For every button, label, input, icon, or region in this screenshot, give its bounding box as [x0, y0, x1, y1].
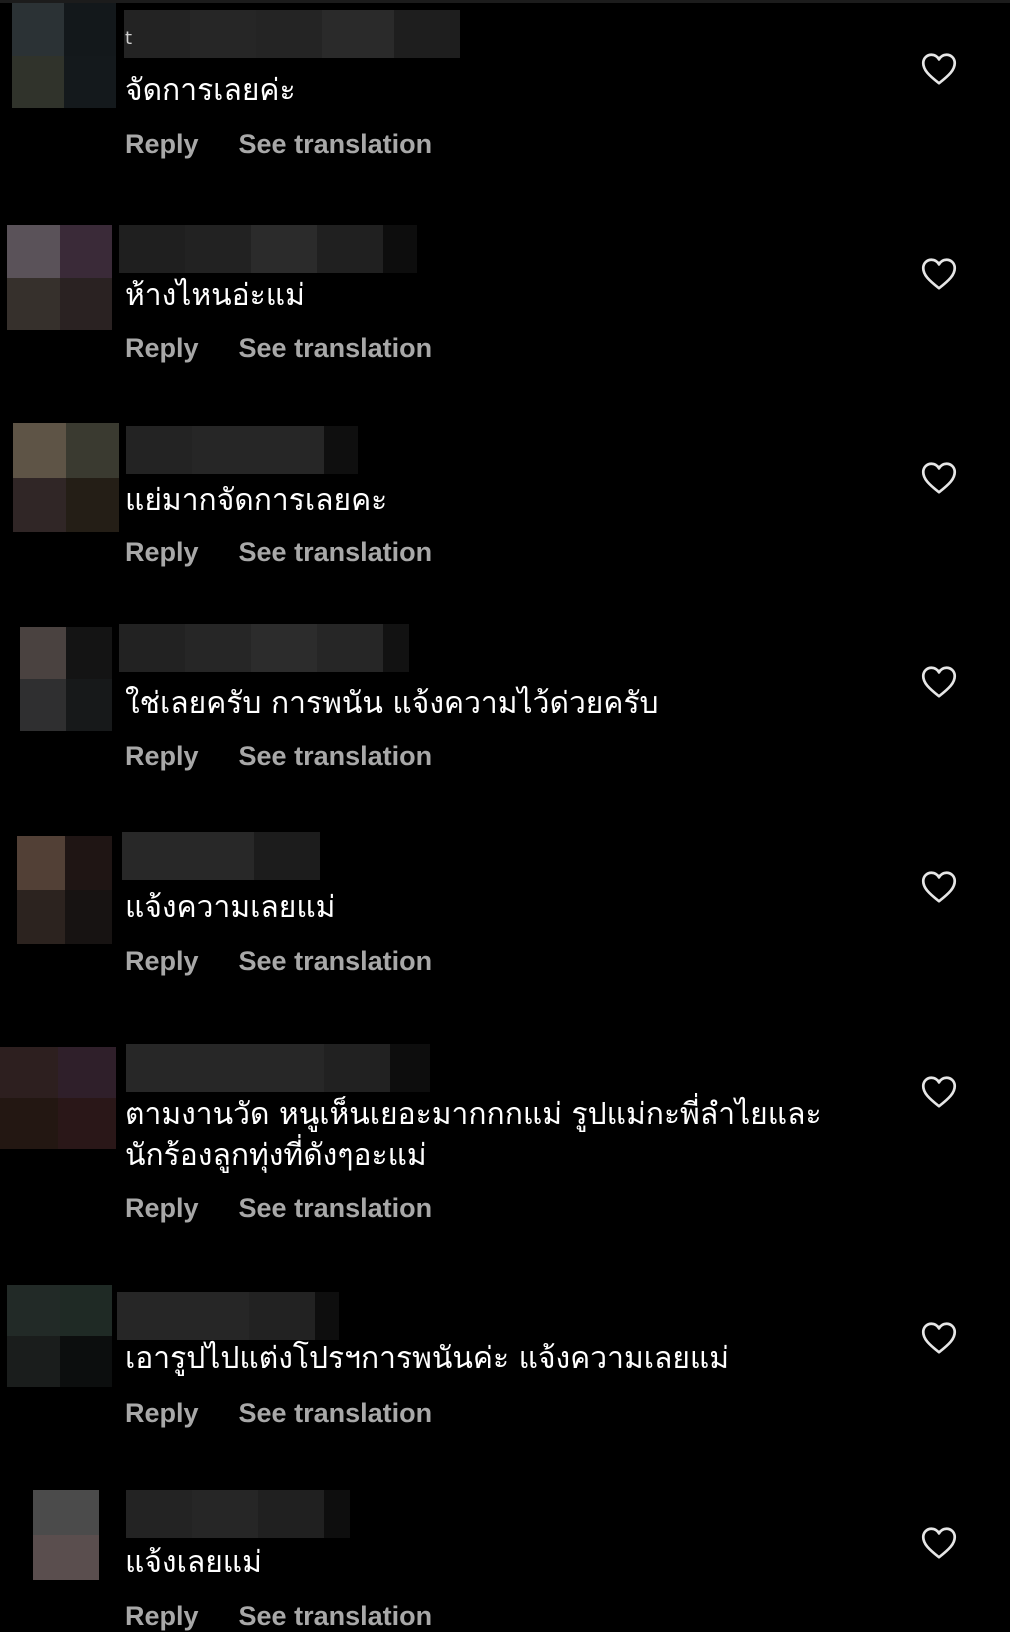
reply-button[interactable]: Reply	[125, 129, 199, 160]
top-divider	[0, 0, 1010, 3]
heart-icon	[921, 462, 957, 494]
username-glyph: t	[125, 28, 133, 49]
heart-icon	[921, 666, 957, 698]
like-button[interactable]	[921, 461, 957, 495]
comment-text: เอารูปไปแต่งโปรฯการพนันค่ะ แจ้งความเลยแม…	[125, 1341, 730, 1376]
comment-text: ใช่เลยครับ การพนัน แจ้งความไว้ด่วยครับ	[125, 686, 659, 721]
comment-text: ตามงานวัด หนูเห็นเยอะมากกกแม่ รูปแม่กะพี…	[125, 1097, 822, 1173]
see-translation-button[interactable]: See translation	[239, 946, 433, 977]
comment-text: แจ้งเลยแม่	[125, 1545, 262, 1580]
comment-actions: Reply See translation	[125, 741, 432, 772]
heart-icon	[921, 871, 957, 903]
username-redacted[interactable]	[122, 832, 320, 880]
username-redacted[interactable]	[126, 426, 358, 474]
avatar[interactable]	[20, 627, 112, 731]
comment-text: ห้างไหนอ่ะแม่	[125, 278, 305, 313]
reply-button[interactable]: Reply	[125, 333, 199, 364]
like-button[interactable]	[921, 257, 957, 291]
avatar[interactable]	[13, 423, 119, 532]
like-button[interactable]	[921, 1321, 957, 1355]
like-button[interactable]	[921, 52, 957, 86]
comment-actions: Reply See translation	[125, 1398, 432, 1429]
see-translation-button[interactable]: See translation	[239, 537, 433, 568]
avatar[interactable]	[7, 1285, 112, 1387]
see-translation-button[interactable]: See translation	[239, 129, 433, 160]
reply-button[interactable]: Reply	[125, 946, 199, 977]
comment-text: จัดการเลยค่ะ	[125, 73, 296, 108]
comment-actions: Reply See translation	[125, 537, 432, 568]
see-translation-button[interactable]: See translation	[239, 333, 433, 364]
like-button[interactable]	[921, 870, 957, 904]
heart-icon	[921, 1322, 957, 1354]
heart-icon	[921, 53, 957, 85]
heart-icon	[921, 1527, 957, 1559]
username-redacted[interactable]	[126, 1044, 430, 1092]
heart-icon	[921, 258, 957, 290]
see-translation-button[interactable]: See translation	[239, 1601, 433, 1632]
username-redacted[interactable]	[119, 624, 409, 672]
comment-actions: Reply See translation	[125, 333, 432, 364]
avatar[interactable]	[0, 1047, 116, 1149]
like-button[interactable]	[921, 665, 957, 699]
reply-button[interactable]: Reply	[125, 1398, 199, 1429]
avatar[interactable]	[7, 225, 112, 330]
comment-text: แย่มากจัดการเลยคะ	[125, 483, 388, 518]
see-translation-button[interactable]: See translation	[239, 1398, 433, 1429]
comment-actions: Reply See translation	[125, 129, 432, 160]
username-redacted[interactable]	[124, 10, 460, 58]
comment-actions: Reply See translation	[125, 1601, 432, 1632]
avatar[interactable]	[33, 1490, 99, 1580]
username-redacted[interactable]	[126, 1490, 350, 1538]
reply-button[interactable]: Reply	[125, 741, 199, 772]
comment-actions: Reply See translation	[125, 1193, 432, 1224]
username-redacted[interactable]	[117, 1292, 339, 1340]
like-button[interactable]	[921, 1075, 957, 1109]
heart-icon	[921, 1076, 957, 1108]
like-button[interactable]	[921, 1526, 957, 1560]
reply-button[interactable]: Reply	[125, 1193, 199, 1224]
reply-button[interactable]: Reply	[125, 1601, 199, 1632]
comment-text: แจ้งความเลยแม่	[125, 890, 336, 925]
reply-button[interactable]: Reply	[125, 537, 199, 568]
see-translation-button[interactable]: See translation	[239, 1193, 433, 1224]
see-translation-button[interactable]: See translation	[239, 741, 433, 772]
avatar[interactable]	[12, 3, 116, 108]
comment-actions: Reply See translation	[125, 946, 432, 977]
username-redacted[interactable]	[119, 225, 417, 273]
avatar[interactable]	[17, 836, 112, 944]
